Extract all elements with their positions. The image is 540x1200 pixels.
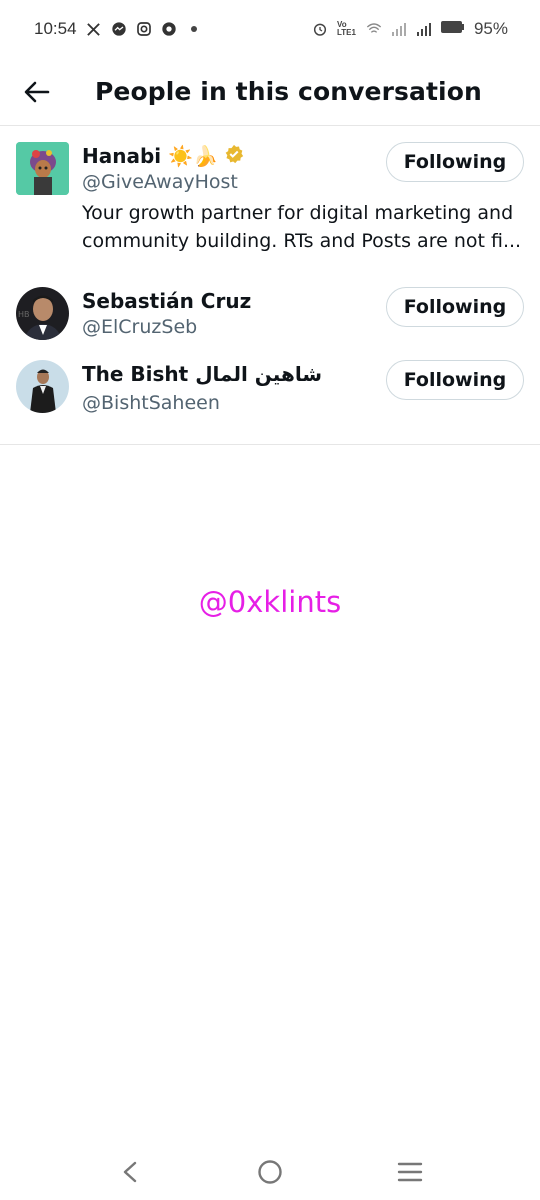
battery-percent: 95% xyxy=(473,19,508,38)
user-bio: Your growth partner for digital marketin… xyxy=(82,199,522,255)
following-button[interactable]: Following xyxy=(386,360,524,400)
menu-nav-icon xyxy=(397,1162,423,1182)
x-logo-icon xyxy=(86,21,102,37)
user-name: Sebastián Cruz xyxy=(82,289,252,313)
home-nav-icon xyxy=(258,1160,282,1184)
avatar[interactable] xyxy=(16,142,69,195)
verified-badge-icon xyxy=(224,144,244,169)
user-name: Hanabi ☀️🍌 xyxy=(82,144,218,168)
avatar[interactable]: HB xyxy=(16,287,69,340)
system-nav-bar xyxy=(0,1144,540,1200)
status-right: Vo LTE1 95% xyxy=(312,19,508,39)
wifi-icon xyxy=(366,21,382,37)
bio-line: Your growth partner for digital marketin… xyxy=(82,202,514,224)
watermark-text: @0xklints xyxy=(198,585,342,619)
following-button[interactable]: Following xyxy=(386,142,524,182)
signal-icon xyxy=(416,21,432,37)
signal-icon xyxy=(391,21,407,37)
following-button[interactable]: Following xyxy=(386,287,524,327)
bio-line: community building. RTs and Posts are no… xyxy=(82,230,522,252)
svg-text:HB: HB xyxy=(18,310,30,319)
back-button[interactable] xyxy=(13,68,61,116)
back-nav-icon xyxy=(123,1161,137,1183)
nav-home-button[interactable] xyxy=(245,1147,295,1197)
people-list: Hanabi ☀️🍌 @GiveAwayHost Your growth par… xyxy=(0,127,540,445)
dot-icon xyxy=(186,21,202,37)
list-item[interactable]: Hanabi ☀️🍌 @GiveAwayHost Your growth par… xyxy=(0,127,540,272)
avatar[interactable] xyxy=(16,360,69,413)
arrow-left-icon xyxy=(24,81,50,102)
instagram-icon xyxy=(136,21,152,37)
alarm-icon xyxy=(312,21,328,37)
volte-icon: Vo LTE1 xyxy=(336,20,356,37)
list-item[interactable]: HB Sebastián Cruz @ElCruzSeb Following xyxy=(0,272,540,356)
nav-menu-button[interactable] xyxy=(385,1147,435,1197)
list-item[interactable]: The Bisht شاهين المال @BishtSaheen Follo… xyxy=(0,356,540,444)
header: People in this conversation xyxy=(0,58,540,126)
status-time: 10:54 xyxy=(34,19,77,38)
user-name: The Bisht شاهين المال xyxy=(82,362,322,386)
page-title: People in this conversation xyxy=(95,77,482,106)
shutter-icon xyxy=(161,21,177,37)
nav-back-button[interactable] xyxy=(105,1147,155,1197)
messenger-icon xyxy=(111,21,127,37)
status-bar: 10:54 Vo LTE1 95% xyxy=(0,0,540,58)
status-left: 10:54 xyxy=(34,19,202,39)
battery-icon xyxy=(440,19,465,39)
